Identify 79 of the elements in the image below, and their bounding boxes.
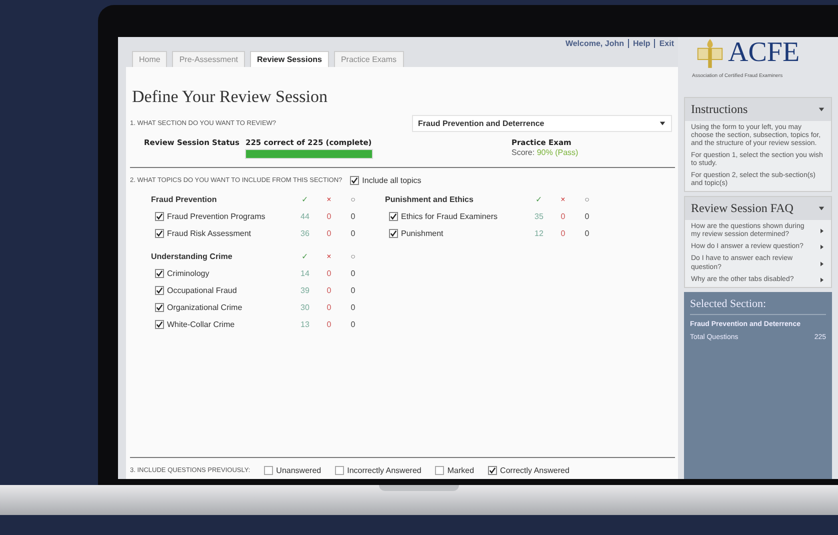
header-link[interactable]: Welcome, John: [565, 39, 624, 48]
option-checkbox[interactable]: Incorrectly Answered: [335, 466, 422, 475]
wrong-count: 0: [326, 286, 332, 295]
include-all-checkbox[interactable]: Include all topics: [350, 176, 422, 185]
checkmark-icon: [156, 287, 163, 294]
panel-title: Review Session FAQ: [691, 201, 794, 216]
unanswered-count: 0: [584, 212, 590, 221]
column-mark: ×: [326, 195, 332, 204]
column-mark: ×: [560, 195, 566, 204]
correct-count: 30: [300, 303, 310, 312]
caret-icon: [659, 120, 666, 127]
arrow-right-icon[interactable]: [819, 276, 825, 283]
correct-count: 13: [300, 320, 310, 329]
topic-checkbox[interactable]: Occupational Fraud: [151, 286, 293, 295]
correct-count: 36: [300, 229, 310, 238]
unanswered-count: 0: [350, 229, 356, 238]
column-mark: ○: [350, 252, 356, 261]
wrong-count: 0: [326, 229, 332, 238]
topic-checkbox[interactable]: Fraud Prevention Programs: [151, 212, 293, 221]
topic-checkbox[interactable]: Ethics for Fraud Examiners: [385, 212, 527, 221]
wrong-count: 0: [560, 229, 566, 238]
checkmark-icon: [156, 270, 163, 277]
arrow-right-icon[interactable]: [819, 244, 825, 250]
unanswered-count: 0: [350, 212, 356, 221]
header-link[interactable]: Exit: [654, 39, 674, 48]
topic-checkbox[interactable]: Fraud Risk Assessment: [151, 229, 293, 238]
unanswered-count: 0: [350, 320, 356, 329]
section-dropdown[interactable]: Fraud Prevention and Deterrence: [412, 115, 672, 132]
option-checkbox[interactable]: Unanswered: [264, 466, 322, 475]
correct-count: 39: [300, 286, 310, 295]
page-title: Define Your Review Session: [132, 87, 328, 107]
group-heading: Fraud Prevention: [151, 195, 218, 204]
column-mark: ○: [584, 195, 590, 204]
wrong-count: 0: [326, 269, 332, 278]
option-checkbox[interactable]: Correctly Answered: [488, 466, 570, 475]
unanswered-count: 0: [350, 303, 356, 312]
topic-checkbox[interactable]: Criminology: [151, 269, 293, 278]
unanswered-count: 0: [350, 269, 356, 278]
option-checkbox[interactable]: Marked: [435, 466, 474, 475]
group-heading: Punishment and Ethics: [385, 195, 474, 204]
caret-icon[interactable]: [818, 205, 825, 212]
arrow-right-icon[interactable]: [819, 228, 825, 234]
torch-book-icon: [696, 37, 724, 69]
wrong-count: 0: [560, 212, 566, 221]
wrong-count: 0: [326, 303, 332, 312]
header-link[interactable]: Help: [628, 39, 650, 48]
panel-title: Selected Section:: [690, 298, 826, 315]
topic-checkbox[interactable]: Punishment: [385, 229, 527, 238]
logo-text: ACFE: [728, 37, 800, 69]
score-label: Score:: [511, 148, 535, 157]
checkmark-icon: [156, 304, 163, 311]
column-mark: ✓: [300, 252, 310, 261]
panel-title: Instructions: [691, 102, 748, 117]
unanswered-count: 0: [350, 286, 356, 295]
column-mark: ✓: [300, 195, 310, 204]
correct-count: 35: [534, 212, 544, 221]
topic-checkbox[interactable]: Organizational Crime: [151, 303, 293, 312]
score-value: 90% (Pass): [536, 148, 578, 157]
column-mark: ○: [350, 195, 356, 204]
column-mark: ✓: [534, 195, 544, 204]
caret-icon[interactable]: [818, 106, 825, 113]
correct-count: 44: [300, 212, 310, 221]
checkmark-icon: [390, 213, 397, 220]
checkmark-icon: [390, 230, 397, 237]
group-heading: Understanding Crime: [151, 252, 234, 261]
checkmark-icon: [156, 213, 163, 220]
tab[interactable]: Review Sessions: [250, 51, 329, 67]
unanswered-count: 0: [584, 229, 590, 238]
arrow-right-icon[interactable]: [819, 260, 825, 267]
correct-count: 14: [300, 269, 310, 278]
column-mark: ×: [326, 252, 332, 261]
checkmark-icon: [489, 467, 496, 474]
topic-checkbox[interactable]: White-Collar Crime: [151, 320, 293, 329]
wrong-count: 0: [326, 212, 332, 221]
checkmark-icon: [351, 177, 358, 184]
checkmark-icon: [156, 230, 163, 237]
checkmark-icon: [156, 321, 163, 328]
correct-count: 12: [534, 229, 544, 238]
wrong-count: 0: [326, 320, 332, 329]
